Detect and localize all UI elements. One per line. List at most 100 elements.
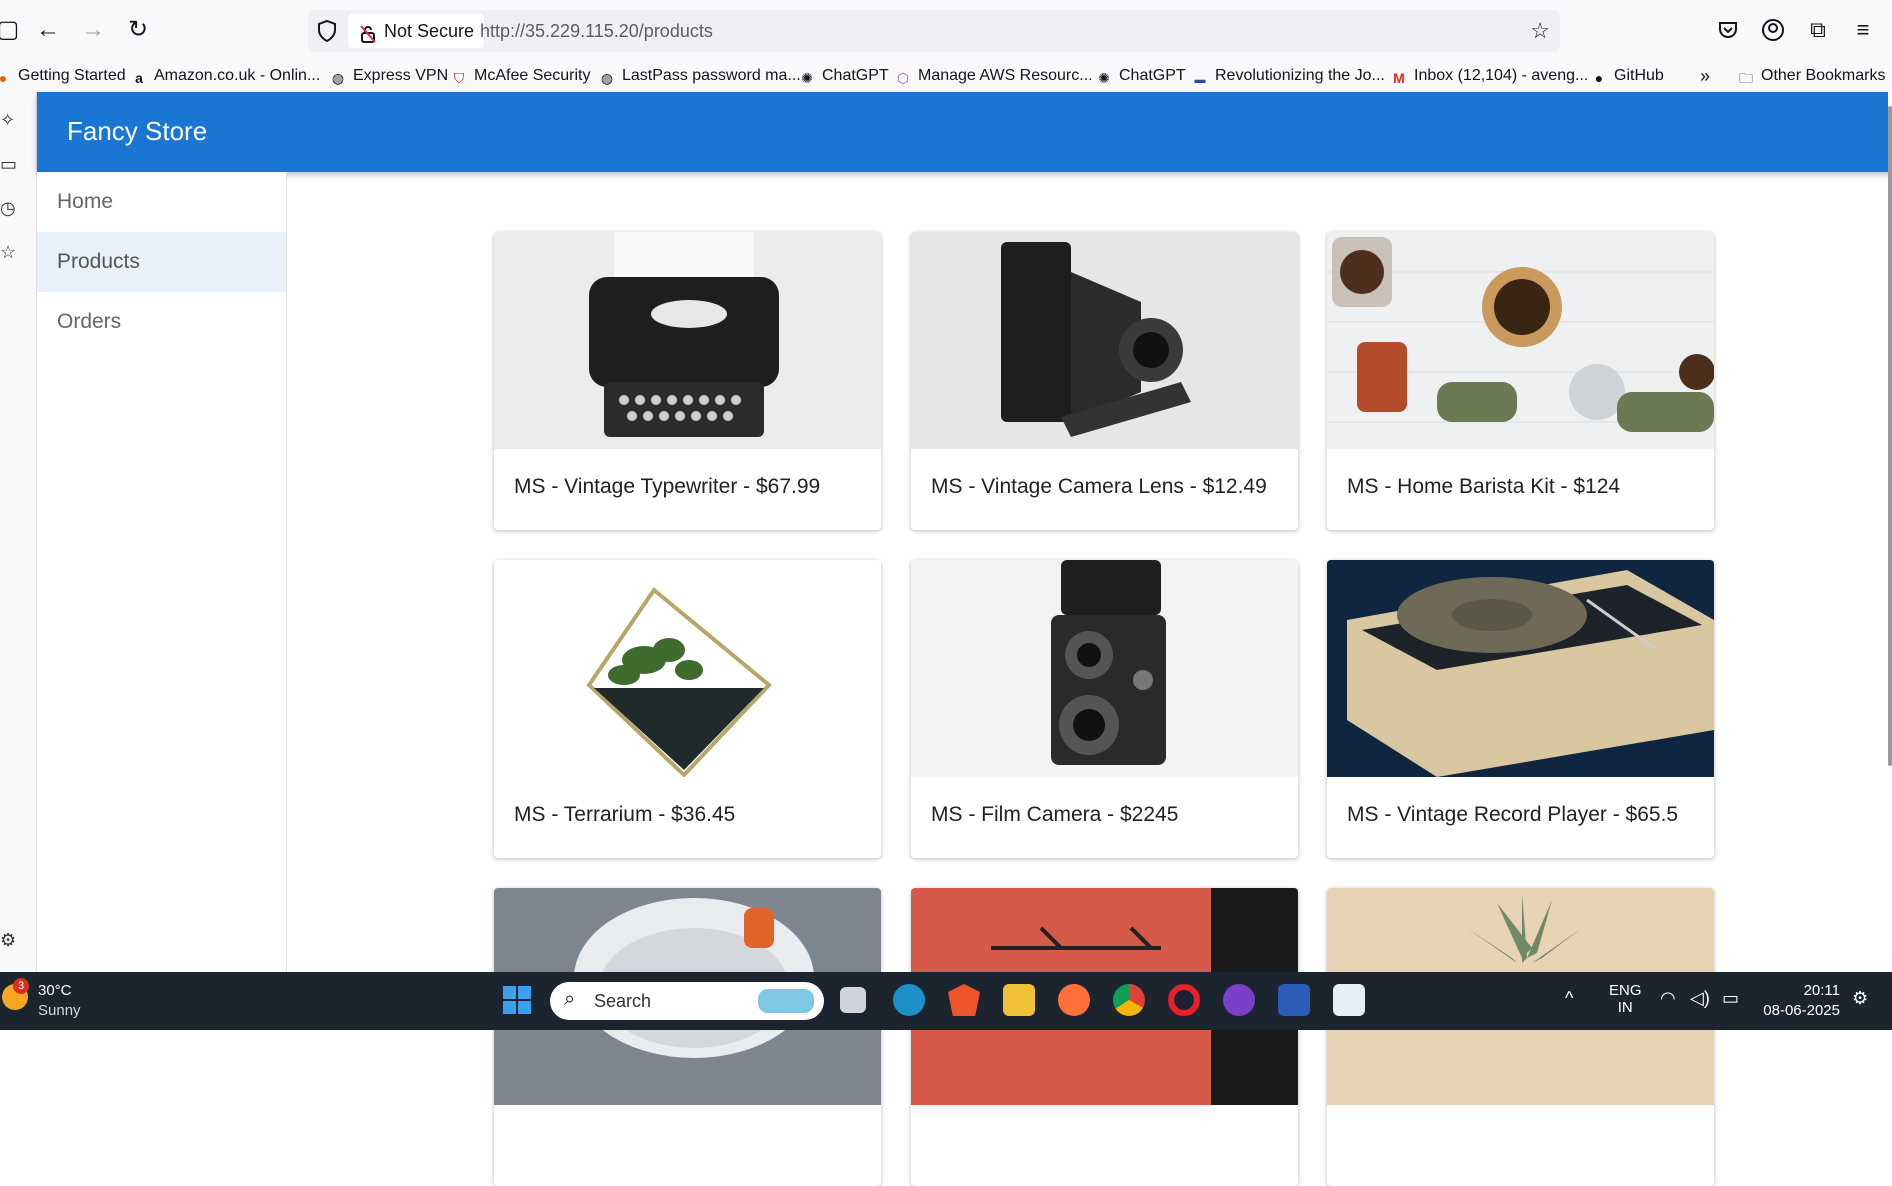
brave-icon[interactable] [948,984,980,1016]
clock-date[interactable]: 08-06-2025 [1750,1002,1840,1019]
bookmark-chatgpt-1[interactable]: ✺ ChatGPT [798,64,889,88]
volume-icon[interactable]: ◁) [1690,988,1710,1009]
bookmark-gmail-inbox[interactable]: M Inbox (12,104) - aveng... [1390,64,1588,88]
product-card[interactable] [494,888,881,1186]
clock-time[interactable]: 20:11 [1790,982,1840,999]
bookmark-star-icon[interactable]: ☆ [1530,18,1550,44]
cube-icon: ⬡ [896,70,910,86]
folder-icon: 🗀 [1739,70,1753,86]
github-icon: ● [1594,70,1604,86]
product-image-terrarium[interactable] [494,560,881,777]
start-windows-icon[interactable] [501,984,533,1016]
notification-bell-icon[interactable]: ⚙ [1852,988,1868,1009]
app-mask-icon[interactable] [1223,984,1255,1016]
taskbar-search-input[interactable]: ⌕ Search [550,982,824,1020]
product-title[interactable]: MS - Vintage Record Player - $65.5 [1347,803,1678,827]
nav-item-products[interactable]: Products [37,232,286,292]
bookmark-lastpass[interactable]: ◍ LastPass password ma... [598,64,801,88]
product-card[interactable]: MS - Vintage Typewriter - $67.99 [494,232,881,530]
weather-temperature[interactable]: 30°C [38,982,72,999]
product-card[interactable]: MS - Vintage Record Player - $65.5 [1327,560,1714,858]
snipping-tool-icon[interactable] [1333,984,1365,1016]
more-bookmarks-chevron-icon[interactable]: » [1700,64,1710,88]
file-explorer-icon[interactable] [1003,984,1035,1016]
site-icon: ▬ [1194,74,1206,86]
product-card[interactable] [911,888,1298,1186]
bookmark-getting-started[interactable]: ● Getting Started [0,64,126,88]
search-label: Search [594,991,652,1011]
product-card[interactable]: MS - Terrarium - $36.45 [494,560,881,858]
nav-item-orders[interactable]: Orders [37,292,286,352]
app-title[interactable]: Fancy Store [67,116,207,147]
reload-button[interactable]: ↻ [120,12,156,48]
product-card[interactable] [1327,888,1714,1186]
product-image-barista-kit[interactable] [1327,232,1714,449]
not-secure-label: Not Secure [384,21,475,41]
bookmark-chatgpt-2[interactable]: ✺ ChatGPT [1095,64,1186,88]
firefox-icon: ● [0,70,8,86]
product-image-typewriter[interactable] [494,232,881,449]
bookmark-mcafee[interactable]: ⛉ McAfee Security [450,64,591,88]
ai-chatbot-icon[interactable]: ✧ [0,110,16,131]
shield-icon[interactable] [316,19,338,43]
browser-toolbar: ▢ ← → ↻ Not Secure http://35.229.115.20/… [0,0,1892,60]
page-scrollbar[interactable] [1888,92,1892,972]
word-icon[interactable] [1278,984,1310,1016]
bookmark-revolutionizing[interactable]: ▬ Revolutionizing the Jo... [1191,64,1385,88]
globe-icon: ◍ [331,70,345,86]
language-indicator[interactable]: ENG IN [1609,982,1642,1016]
app-side-nav: Home Products Orders [37,172,287,972]
mcafee-shield-icon: ⛉ [453,70,465,86]
opera-icon[interactable] [1168,984,1200,1016]
sidebar-toggle-icon[interactable]: ▢ [0,12,26,48]
product-image-camera-lens[interactable] [911,232,1298,449]
pocket-icon[interactable] [1710,12,1746,48]
product-card[interactable]: MS - Vintage Camera Lens - $12.49 [911,232,1298,530]
back-button[interactable]: ← [30,12,66,48]
bookmark-express-vpn[interactable]: ◍ Express VPN [329,64,448,88]
wifi-icon[interactable]: ◠ [1660,988,1676,1009]
product-title[interactable]: MS - Home Barista Kit - $124 [1347,475,1620,499]
product-title[interactable]: MS - Film Camera - $2245 [931,803,1178,827]
search-icon: ⌕ [564,988,576,1010]
weather-condition[interactable]: Sunny [38,1002,81,1019]
windows-taskbar: 3 30°C Sunny ⌕ Search ^ ENG IN ◠ ◁) ▭ 20… [0,972,1892,1030]
synced-tabs-icon[interactable]: ▭ [0,154,17,175]
product-card[interactable]: MS - Home Barista Kit - $124 [1327,232,1714,530]
forward-button[interactable]: → [75,12,111,48]
bookmark-github[interactable]: ● GitHub [1590,64,1664,88]
not-secure-indicator[interactable]: Not Secure [348,14,485,48]
extensions-icon[interactable]: ⧉ [1800,12,1836,48]
task-view-icon[interactable] [840,987,866,1013]
address-bar[interactable]: Not Secure http://35.229.115.20/products… [308,10,1560,52]
history-icon[interactable]: ◷ [0,198,16,219]
edge-icon[interactable] [893,984,925,1016]
show-hidden-icons-chevron-icon[interactable]: ^ [1565,988,1573,1009]
menu-icon[interactable]: ≡ [1845,12,1881,48]
other-bookmarks[interactable]: 🗀 Other Bookmarks [1737,64,1885,88]
chatgpt-icon: ✺ [1098,70,1110,86]
bookmark-aws[interactable]: ⬡ Manage AWS Resourc... [894,64,1093,88]
product-title[interactable]: MS - Terrarium - $36.45 [514,803,735,827]
product-title[interactable]: MS - Vintage Camera Lens - $12.49 [931,475,1267,499]
product-title[interactable]: MS - Vintage Typewriter - $67.99 [514,475,820,499]
product-image-record-player[interactable] [1327,560,1714,777]
bookmarks-star-icon[interactable]: ☆ [0,242,16,263]
search-highlight-image [758,989,814,1013]
product-image-film-camera[interactable] [911,560,1298,777]
bookmarks-toolbar: ● Getting Started a Amazon.co.uk - Onlin..… [0,60,1892,92]
nav-item-home[interactable]: Home [37,172,286,232]
scrollbar-thumb[interactable] [1888,106,1892,766]
product-card[interactable]: MS - Film Camera - $2245 [911,560,1298,858]
settings-gear-icon[interactable]: ⚙ [0,930,16,951]
browser-sidebar: ✧ ▭ ◷ ☆ ⚙ [0,92,37,972]
battery-icon[interactable]: ▭ [1722,988,1739,1009]
account-icon[interactable] [1755,12,1791,48]
chatgpt-icon: ✺ [801,70,813,86]
app-header: Fancy Store [37,92,1892,172]
amazon-icon: a [135,70,143,86]
bookmark-amazon[interactable]: a Amazon.co.uk - Onlin... [130,64,320,88]
firefox-taskbar-icon[interactable] [1058,984,1090,1016]
chrome-icon[interactable] [1113,984,1145,1016]
url-text[interactable]: http://35.229.115.20/products [480,10,713,52]
